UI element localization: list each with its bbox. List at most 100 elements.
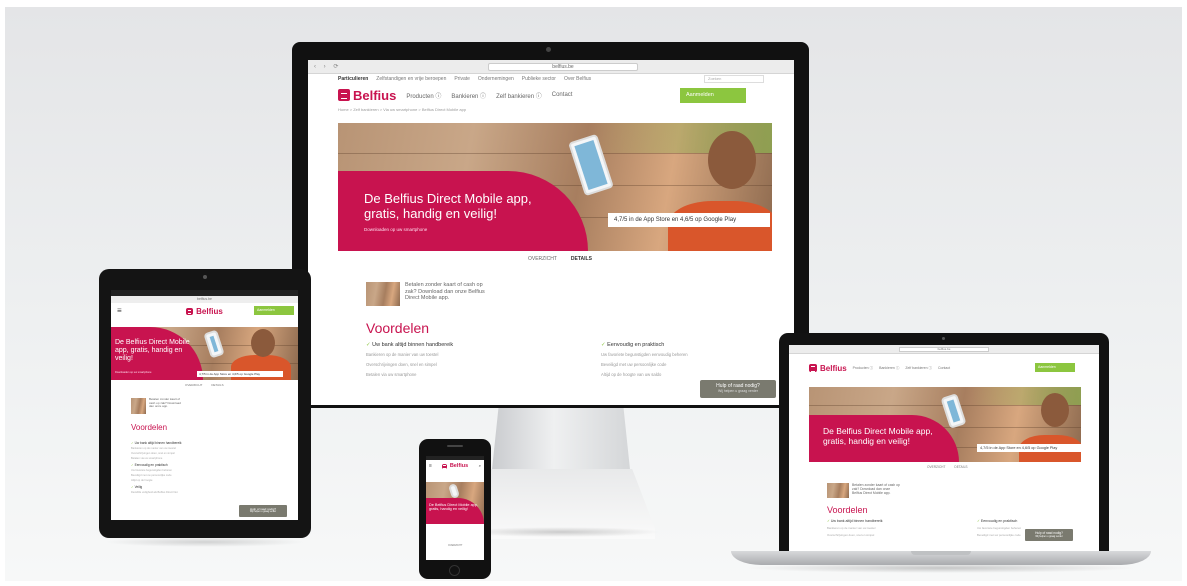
segment-publieke-sector[interactable]: Publieke sector bbox=[522, 76, 556, 82]
intro-thumbnail bbox=[366, 282, 400, 306]
benefit-item: Bankieren op de manier van uw toestel bbox=[827, 526, 876, 530]
laptop-screen: belfius.be Belfius Producten ⓘ Bankieren… bbox=[789, 345, 1099, 551]
benefit-heading: Uw bank altijd binnen handbereik bbox=[131, 441, 281, 445]
help-subtitle: Wij helpen u graag verder bbox=[717, 389, 759, 393]
benefit-heading: Uw bank altijd binnen handbereik bbox=[366, 342, 531, 348]
monitor-camera bbox=[546, 47, 551, 52]
benefits-column: Uw bank altijd binnen handbereik Bankier… bbox=[366, 342, 531, 382]
nav-zelf-bankieren[interactable]: Zelf bankieren ⓘ bbox=[905, 366, 932, 371]
tab-overzicht[interactable]: OVERZICHT bbox=[927, 465, 945, 469]
logo-text: Belfius bbox=[820, 363, 847, 373]
belfius-logo[interactable]: Belfius bbox=[441, 463, 468, 469]
benefits-title: Voordelen bbox=[827, 505, 868, 515]
content-tabs: OVERZICHT DETAILS bbox=[185, 383, 224, 387]
monitor-shadow bbox=[461, 527, 661, 537]
segment-particulieren[interactable]: Particulieren bbox=[338, 76, 368, 82]
tablet-screen: belfius.be ≡ Belfius Aanmelden De Belfiu… bbox=[111, 290, 298, 520]
help-button[interactable]: Hulp of raad nodig? Wij helpen u graag v… bbox=[700, 380, 776, 398]
home-button[interactable] bbox=[449, 565, 460, 576]
nav-producten[interactable]: Producten ⓘ bbox=[853, 366, 873, 371]
tab-details[interactable]: DETAILS bbox=[954, 465, 967, 469]
belfius-logo[interactable]: Belfius bbox=[186, 307, 223, 316]
nav-producten[interactable]: Producten ⓘ bbox=[406, 91, 441, 100]
tab-details[interactable]: DETAILS bbox=[571, 256, 592, 262]
nav-zelf-bankieren[interactable]: Zelf bankieren ⓘ bbox=[496, 91, 542, 100]
tablet-camera bbox=[203, 275, 207, 279]
showcase-background: ‹ › ⟳ belfius.be Particulieren Zelfstand… bbox=[5, 7, 1182, 581]
app-rating-badge: 4,7/5 in de App Store en 4,6/5 op Google… bbox=[608, 213, 770, 227]
monitor-stand-neck bbox=[491, 399, 631, 479]
hero-title: De Belfius Direct Mobile app, gratis, ha… bbox=[429, 503, 478, 512]
segment-over-belfius[interactable]: Over Belfius bbox=[564, 76, 591, 82]
hero-subtitle: Downloaden op uw smartphone bbox=[115, 371, 152, 374]
browser-toolbar: ‹ › ⟳ belfius.be bbox=[308, 60, 794, 74]
phone-screen: ≡ Belfius ⌕ De Belfius Direct Mobile app… bbox=[426, 456, 484, 560]
intro-block: Betalen zonder kaart of cash op zak? Dow… bbox=[131, 397, 181, 414]
segment-zelfstandigen[interactable]: Zelfstandigen en vrije beroepen bbox=[376, 76, 446, 82]
breadcrumb: Home > Zelf bankieren > Via uw smartphon… bbox=[338, 107, 467, 112]
benefit-item: Overschrijvingen doen, snel en simpel bbox=[366, 362, 437, 367]
tab-details[interactable]: DETAILS bbox=[211, 383, 223, 387]
hero-subtitle: Downloaden op uw smartphone bbox=[364, 227, 428, 232]
intro-thumbnail bbox=[827, 483, 849, 498]
nav-bankieren[interactable]: Bankieren ⓘ bbox=[879, 366, 899, 371]
hero-banner: De Belfius Direct Mobile app, gratis, ha… bbox=[809, 387, 1081, 462]
segment-nav: Particulieren Zelfstandigen en vrije ber… bbox=[308, 74, 794, 84]
benefits-column: Eenvoudig en praktisch Uw favoriete begu… bbox=[601, 342, 766, 382]
belfius-logo[interactable]: Belfius bbox=[338, 88, 396, 103]
hero-title: De Belfius Direct Mobile app, gratis, ha… bbox=[115, 339, 190, 362]
benefit-heading: Eenvoudig en praktisch bbox=[977, 519, 1087, 523]
login-button[interactable]: Aanmelden bbox=[254, 306, 294, 315]
benefits-column: Uw bank altijd binnen handbereik Bankier… bbox=[827, 519, 937, 540]
hamburger-menu-icon[interactable]: ≡ bbox=[429, 463, 432, 469]
belfius-logo-icon bbox=[338, 89, 350, 101]
phone-header: ≡ Belfius ⌕ bbox=[426, 460, 484, 472]
benefit-heading: Eenvoudig en praktisch bbox=[131, 463, 281, 467]
tab-overzicht[interactable]: OVERZICHT bbox=[528, 256, 557, 262]
hamburger-menu-icon[interactable]: ≡ bbox=[117, 307, 122, 315]
segment-ondernemingen[interactable]: Ondernemingen bbox=[478, 76, 514, 82]
hero-banner: De Belfius Direct Mobile app, gratis, ha… bbox=[111, 327, 298, 380]
benefit-heading: Uw bank altijd binnen handbereik bbox=[827, 519, 937, 523]
tablet-address-bar[interactable]: belfius.be bbox=[111, 296, 298, 303]
nav-contact[interactable]: Contact bbox=[938, 366, 950, 370]
desktop-monitor: ‹ › ⟳ belfius.be Particulieren Zelfstand… bbox=[292, 42, 809, 408]
tablet-device: belfius.be ≡ Belfius Aanmelden De Belfiu… bbox=[99, 269, 311, 538]
help-button[interactable]: Hulp of raad nodig? Wij helpen u graag v… bbox=[1025, 529, 1073, 541]
address-bar[interactable]: belfius.be bbox=[899, 347, 989, 352]
nav-bankieren[interactable]: Bankieren ⓘ bbox=[451, 91, 486, 100]
browser-nav-icons[interactable]: ‹ › ⟳ bbox=[314, 64, 341, 70]
belfius-logo-icon bbox=[809, 364, 817, 372]
help-subtitle: Wij helpen u graag verder bbox=[249, 511, 277, 513]
intro-text: Betalen zonder kaart of cash op zak? Dow… bbox=[405, 282, 485, 301]
intro-block: Betalen zonder kaart of cash op zak? Dow… bbox=[827, 483, 900, 498]
smartphone-image bbox=[203, 329, 225, 359]
benefit-item: Uw favoriete begunstigden beheren bbox=[131, 469, 172, 472]
tablet-shadow bbox=[105, 537, 305, 547]
benefit-item: Dezelfde veiligheid als Belfius Direct N… bbox=[131, 491, 178, 494]
belfius-logo[interactable]: Belfius bbox=[809, 364, 847, 373]
search-icon[interactable]: ⌕ bbox=[479, 463, 481, 468]
benefit-heading: Eenvoudig en praktisch bbox=[601, 342, 766, 348]
intro-text: Betalen zonder kaart of cash op zak? Dow… bbox=[149, 397, 181, 409]
benefit-heading: Veilig bbox=[131, 485, 281, 489]
login-button[interactable]: Aanmelden bbox=[680, 88, 746, 103]
laptop-camera bbox=[942, 337, 945, 340]
belfius-logo-icon bbox=[441, 463, 447, 469]
segment-private[interactable]: Private bbox=[454, 76, 470, 82]
address-bar[interactable]: belfius.be bbox=[488, 63, 638, 71]
content-tabs: OVERZICHT DETAILS bbox=[528, 256, 592, 262]
tab-overzicht[interactable]: OVERZICHT bbox=[448, 544, 462, 547]
app-rating-badge: 4,7/5 in de App Store en 4,6/5 op Google… bbox=[977, 444, 1081, 452]
benefit-item: Beveiligd met uw persoonlijke code bbox=[131, 474, 172, 477]
tab-overzicht[interactable]: OVERZICHT bbox=[185, 383, 202, 387]
benefit-item: Betalen via uw smartphone bbox=[131, 457, 163, 460]
benefit-item: Overschrijvingen doen, snel en simpel bbox=[131, 452, 175, 455]
laptop-base bbox=[731, 551, 1151, 565]
help-button[interactable]: Hulp of raad nodig? Wij helpen u graag v… bbox=[239, 505, 287, 517]
search-input[interactable]: Zoeken bbox=[704, 75, 764, 83]
hero-title: De Belfius Direct Mobile app, gratis, ha… bbox=[823, 426, 933, 446]
login-button[interactable]: Aanmelden bbox=[1035, 363, 1075, 372]
nav-contact[interactable]: Contact bbox=[552, 92, 573, 98]
benefits-title: Voordelen bbox=[131, 423, 168, 432]
